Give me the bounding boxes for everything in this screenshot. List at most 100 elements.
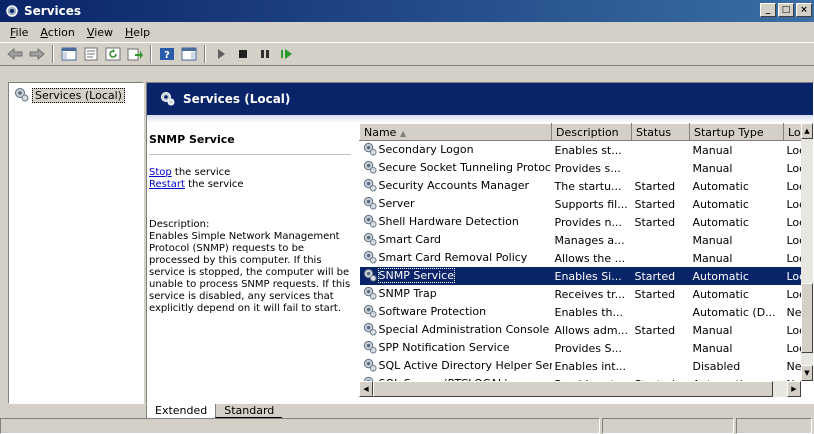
gear-icon [362, 285, 377, 303]
cell-name: Special Administration Console ... [360, 321, 552, 339]
scroll-left-button[interactable]: ◀ [359, 381, 373, 397]
horizontal-scroll-thumb[interactable] [373, 381, 773, 397]
cell-status [632, 339, 690, 357]
table-row[interactable]: Special Administration Console ... Allows… [360, 321, 814, 339]
services-list[interactable]: Name ▲ Description Status Startup Type L… [359, 123, 813, 381]
restart-icon [281, 49, 292, 59]
cell-description: Enables st... [554, 143, 622, 157]
cell-startup-type: Automatic [689, 267, 784, 285]
cell-startup-type: Disabled [692, 359, 741, 373]
cell-status [632, 141, 690, 160]
cell-name: Server [360, 195, 552, 213]
cell-name: SNMP Trap [360, 285, 552, 303]
column-header-name[interactable]: Name ▲ [359, 123, 552, 141]
sort-ascending-icon: ▲ [399, 128, 407, 138]
gear-icon [362, 303, 377, 321]
cell-description: Allows adm... [554, 323, 629, 337]
gear-icon [362, 339, 377, 357]
table-row[interactable]: SNMP Service Enables Si... Started Automati… [359, 267, 813, 285]
minimize-button[interactable]: _ [760, 3, 776, 17]
column-header-status[interactable]: Status [631, 123, 690, 141]
table-row[interactable]: Server Supports fil... Started Automatic Loc [360, 195, 814, 213]
refresh-icon [105, 47, 121, 61]
stop-icon [239, 50, 247, 58]
table-row[interactable]: Smart Card Manages a... Manual Loc [360, 231, 814, 249]
pause-service-button[interactable] [254, 44, 276, 64]
title-bar: Services _ □ × [0, 0, 814, 22]
help-button[interactable]: ? [156, 44, 178, 64]
cell-description: Enables Si... [551, 267, 632, 285]
toolbar: ? [0, 42, 814, 66]
horizontal-scrollbar[interactable]: ◀ ▶ [359, 381, 801, 397]
restart-service-link[interactable]: Restart [149, 179, 185, 190]
help-icon: ? [160, 48, 174, 61]
gear-icon [362, 213, 377, 231]
scroll-up-button[interactable]: ▲ [801, 123, 813, 139]
scroll-right-button[interactable]: ▶ [787, 381, 801, 397]
cell-status: Started [631, 267, 690, 285]
cell-startup-type: Automatic [692, 215, 749, 229]
console-tree[interactable]: Services (Local) [8, 82, 144, 404]
tree-item-services-local[interactable]: Services (Local) [9, 83, 143, 108]
services-gear-icon [4, 3, 20, 19]
menu-file[interactable]: File [4, 26, 34, 39]
selected-service-name: SNMP Service [149, 127, 351, 155]
tab-extended[interactable]: Extended [146, 404, 216, 418]
column-header-description[interactable]: Description [551, 123, 632, 141]
scroll-down-button[interactable]: ▼ [801, 365, 813, 381]
cell-description: Enables th... [554, 305, 623, 319]
status-cell-2 [602, 418, 734, 434]
export-list-button[interactable] [124, 44, 146, 64]
vertical-scrollbar[interactable]: ▲ ▼ [801, 123, 813, 381]
show-action-pane-button[interactable] [178, 44, 200, 64]
cell-status: Started [634, 179, 676, 193]
menu-view[interactable]: View [81, 26, 119, 39]
table-row[interactable]: Security Accounts Manager The startu... St… [360, 177, 814, 195]
table-row[interactable]: SQL Active Directory Helper Ser... Enable… [360, 357, 814, 375]
cell-startup-type: Automatic [692, 179, 749, 193]
menu-action[interactable]: Action [34, 26, 80, 39]
table-row[interactable]: SNMP Trap Receives tr... Started Automatic L… [360, 285, 814, 303]
restart-service-button[interactable] [276, 44, 298, 64]
tab-standard[interactable]: Standard [215, 404, 283, 418]
back-button[interactable] [4, 44, 26, 64]
pause-icon [261, 50, 269, 58]
cell-description: Supports fil... [554, 197, 628, 211]
cell-description: Enables int... [554, 359, 627, 373]
description-text: Enables Simple Network Management Protoc… [149, 231, 351, 314]
menu-help[interactable]: Help [119, 26, 156, 39]
table-row[interactable]: Smart Card Removal Policy Allows the ... M… [360, 249, 814, 267]
cell-status [632, 159, 690, 177]
stop-service-link[interactable]: Stop [149, 167, 172, 178]
properties-button[interactable] [80, 44, 102, 64]
status-bar [0, 418, 814, 434]
pane-banner: Services (Local) [147, 83, 813, 115]
cell-description: Manages a... [554, 233, 625, 247]
forward-button[interactable] [26, 44, 48, 64]
table-row[interactable]: SPP Notification Service Provides S... Man… [360, 339, 814, 357]
cell-status: Started [634, 287, 676, 301]
start-service-button[interactable] [210, 44, 232, 64]
table-row[interactable]: Software Protection Enables th... Automati… [360, 303, 814, 321]
table-row[interactable]: Secure Socket Tunneling Protoc... Provide… [360, 159, 814, 177]
cell-startup-type: Automatic [692, 287, 749, 301]
status-cell-main [0, 418, 600, 434]
play-icon [218, 49, 225, 59]
cell-status [632, 303, 690, 321]
gear-icon [362, 357, 377, 375]
show-hide-tree-button[interactable] [58, 44, 80, 64]
cell-status [632, 249, 690, 267]
column-header-startup-type[interactable]: Startup Type [689, 123, 784, 141]
stop-service-button[interactable] [232, 44, 254, 64]
maximize-button[interactable]: □ [778, 3, 794, 17]
svg-text:?: ? [164, 50, 170, 61]
cell-startup-type: Manual [692, 233, 733, 247]
vertical-scroll-thumb[interactable] [801, 283, 813, 353]
cell-status: Started [634, 197, 676, 211]
close-button[interactable]: × [796, 3, 812, 17]
table-row[interactable]: Shell Hardware Detection Provides n... Sta… [360, 213, 814, 231]
table-row[interactable]: Secondary Logon Enables st... Manual Loc [360, 141, 814, 160]
refresh-button[interactable] [102, 44, 124, 64]
cell-startup-type: Manual [692, 161, 733, 175]
cell-description: Allows the ... [554, 251, 626, 265]
